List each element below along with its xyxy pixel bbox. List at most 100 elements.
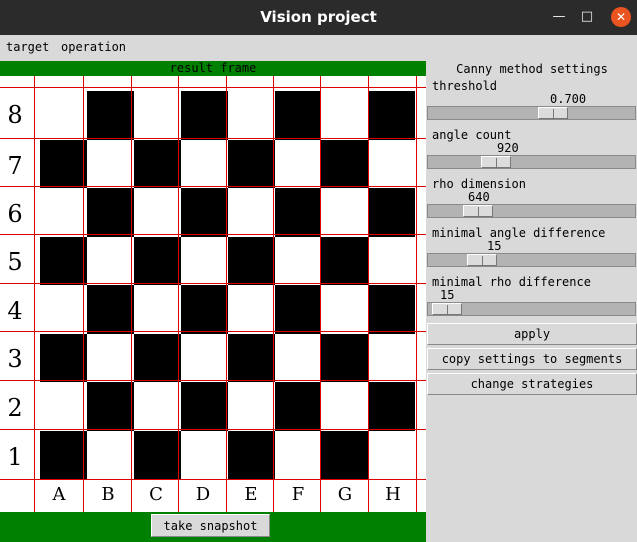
board-square [40,382,87,431]
detected-line-vertical [416,76,417,512]
angle-count-slider-thumb[interactable] [481,156,511,168]
change-strategies-button[interactable]: change strategies [427,373,637,395]
file-label: D [195,484,211,505]
board-square [321,431,368,480]
board-square [275,140,322,189]
angle-count-slider[interactable] [427,155,636,169]
board-square [87,140,134,189]
board-square [40,431,87,480]
rank-label: 8 [7,101,23,129]
board-square [40,334,87,383]
board-square [181,431,228,480]
close-icon[interactable]: ✕ [611,7,631,27]
window-title: Vision project [260,8,377,26]
board-square [40,285,87,334]
board-square [321,188,368,237]
rank-label: 2 [7,394,23,422]
board-square [321,91,368,140]
detected-line-horizontal [0,380,426,381]
board-square [134,334,181,383]
menu-operation[interactable]: operation [61,40,126,54]
min-angle-diff-slider-thumb[interactable] [467,254,497,266]
detected-line-horizontal [0,87,426,88]
board-square [181,382,228,431]
result-frame-image: 8 7 6 5 4 3 2 1 A B C D E F G H [0,76,426,512]
rho-dimension-slider-thumb[interactable] [463,205,493,217]
board-square [87,431,134,480]
board-square [275,285,322,334]
threshold-slider[interactable] [427,106,636,120]
board-square [134,140,181,189]
board-square [228,91,275,140]
detected-line-horizontal [0,138,426,139]
min-rho-diff-slider[interactable] [427,302,636,316]
board-square [275,382,322,431]
board-square [228,285,275,334]
settings-title: Canny method settings [456,62,608,76]
file-label: C [149,484,163,505]
board-square [181,188,228,237]
board-square [228,188,275,237]
board-square [321,285,368,334]
min-rho-diff-slider-thumb[interactable] [432,303,462,315]
min-angle-diff-label: minimal angle difference [432,226,606,240]
file-label: E [244,484,258,505]
threshold-slider-thumb[interactable] [538,107,568,119]
file-label: A [52,484,66,505]
file-label: B [101,484,115,505]
board-square [275,237,322,286]
threshold-label: threshold [432,79,498,93]
board-square [181,285,228,334]
detected-line-vertical [83,76,84,512]
board-square [321,382,368,431]
rank-label: 5 [7,248,23,276]
board-square [228,237,275,286]
copy-settings-button[interactable]: copy settings to segments [427,348,637,370]
rho-dimension-label: rho dimension [432,177,526,191]
board-square [321,237,368,286]
board-square [87,188,134,237]
detected-line-vertical [226,76,227,512]
detected-line-vertical [178,76,179,512]
board-square [181,237,228,286]
minimize-icon[interactable]: — [550,8,568,26]
board-square [368,431,415,480]
board-square [181,91,228,140]
min-angle-diff-value: 15 [487,239,502,253]
board-square [40,188,87,237]
menu-target[interactable]: target [6,40,49,54]
detected-line-horizontal [0,186,426,187]
rho-dimension-value: 640 [468,190,490,204]
board-square [134,237,181,286]
menu-bar: target operation [0,35,637,60]
file-label: G [337,484,353,505]
board-square [228,334,275,383]
detected-line-vertical [34,76,35,512]
board-square [134,285,181,334]
board-square [228,140,275,189]
rank-label: 7 [7,152,23,180]
board-square [40,140,87,189]
min-angle-diff-slider[interactable] [427,253,636,267]
apply-button[interactable]: apply [427,323,637,345]
board-square [87,382,134,431]
rho-dimension-slider[interactable] [427,204,636,218]
board-square [228,382,275,431]
take-snapshot-button[interactable]: take snapshot [151,514,270,537]
board-square [134,91,181,140]
board-square [40,91,87,140]
board-square [87,237,134,286]
detected-line-vertical [273,76,274,512]
board-square [275,431,322,480]
board-square [368,237,415,286]
board-square [181,140,228,189]
board-square [181,334,228,383]
board-square [368,188,415,237]
board-square [228,431,275,480]
board-square [275,334,322,383]
board-square [87,334,134,383]
rank-label: 3 [7,345,23,373]
min-rho-diff-label: minimal rho difference [432,275,591,289]
board-square [321,140,368,189]
maximize-icon[interactable]: □ [578,8,596,26]
